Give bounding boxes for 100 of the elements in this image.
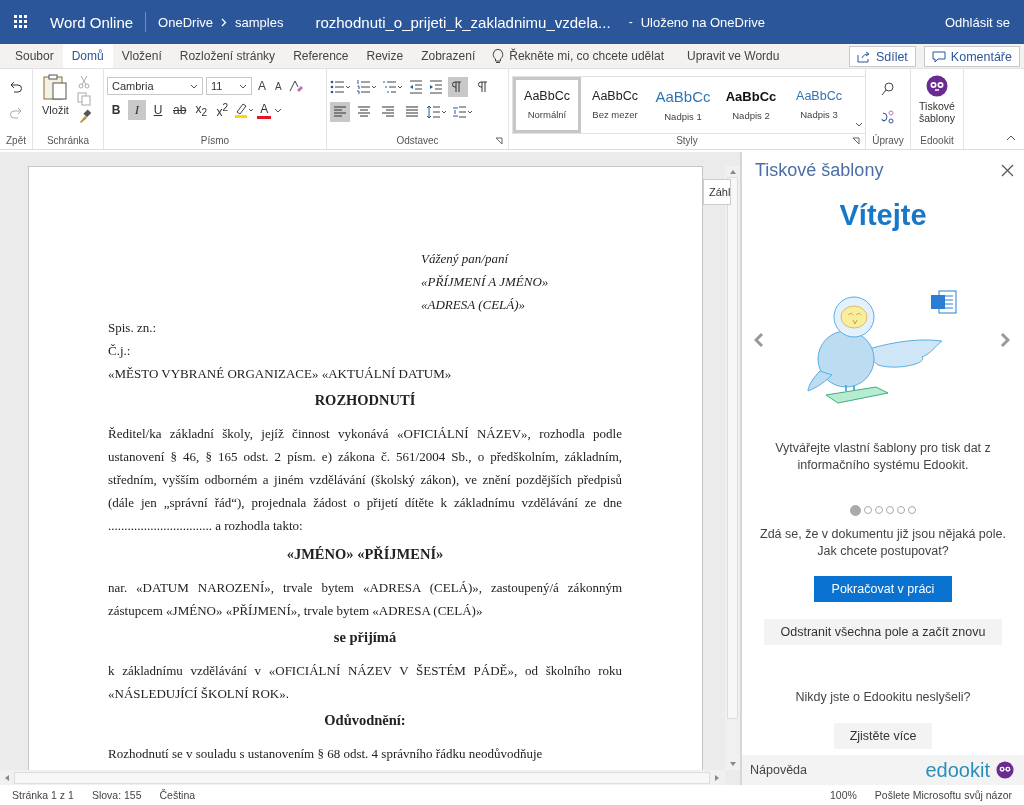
bold-button[interactable]: B [107, 100, 125, 120]
menu-tab[interactable]: Rozložení stránky [170, 44, 285, 68]
chevron-right-icon[interactable] [1000, 332, 1010, 348]
decrease-indent-icon[interactable] [408, 79, 424, 95]
title-separator: - [628, 15, 633, 29]
subscript-button[interactable]: x$_{2}$ [192, 100, 211, 120]
line-spacing-icon[interactable] [426, 104, 448, 120]
highlighter-icon[interactable] [234, 102, 255, 118]
menu-tab[interactable]: Domů [62, 44, 113, 68]
style-option[interactable]: AaBbCc Nadpis 2 [717, 76, 785, 133]
close-icon[interactable] [1001, 164, 1014, 177]
share-icon [856, 50, 871, 63]
style-preview: AaBbCc [725, 88, 777, 104]
menu-tab[interactable]: Soubor [6, 44, 63, 68]
edit-in-word-link[interactable]: Upravit ve Wordu [678, 44, 789, 68]
clipboard-icon [42, 73, 69, 101]
style-name: Bez mezer [592, 109, 638, 120]
horizontal-scrollbar[interactable] [0, 770, 725, 785]
app-name[interactable]: Word Online [50, 13, 134, 31]
font-size-dropdown[interactable]: 11 [206, 77, 252, 95]
zoom-level[interactable]: 100% [830, 789, 857, 801]
menu-tab[interactable]: Revize [357, 44, 413, 68]
strikethrough-button[interactable]: ab [170, 100, 190, 120]
pane-question: Zdá se, že v dokumentu již jsou nějaká pole. Jak chcete postupovat? [759, 526, 1007, 560]
align-justify-icon [404, 104, 420, 120]
underline-button[interactable]: U [149, 100, 167, 120]
menu-tab[interactable]: Zobrazení [412, 44, 485, 68]
style-preview: AaBbCc [592, 89, 638, 103]
style-name: Nadpis 3 [800, 109, 838, 120]
document-text: Vážený pan/paní [420, 250, 510, 268]
style-preview: AaBbCc [524, 89, 570, 103]
dialog-launcher-icon[interactable] [495, 137, 503, 145]
document-text: ROZHODNUTÍ [313, 391, 417, 410]
arrow-up-icon [728, 169, 737, 175]
owl-face-icon [926, 75, 948, 97]
caret-icon [239, 83, 247, 89]
style-option[interactable]: AaBbCc Nadpis 1 [649, 76, 717, 133]
left-to-right-button[interactable] [448, 77, 468, 97]
bullets-icon[interactable] [330, 79, 352, 95]
breadcrumb-link[interactable]: samples [235, 14, 284, 30]
clear-formatting-icon[interactable] [287, 78, 304, 94]
comment-icon [931, 50, 946, 63]
style-option[interactable]: AaBbCc Nadpis 3 [785, 76, 853, 133]
font-color-button[interactable]: A [257, 101, 272, 119]
group-label: Zpět [5, 134, 27, 148]
shrink-font-button[interactable]: A [272, 80, 285, 92]
pane-description: Vytvářejte vlastní šablony pro tisk dat z informačního systému Edookit. [774, 440, 992, 474]
menu-tab[interactable]: Reference [284, 44, 358, 68]
document-text: «ADRESA (CELÁ)» [420, 296, 527, 314]
collapse-ribbon-icon[interactable] [1006, 135, 1016, 141]
carousel-dot[interactable] [850, 505, 861, 516]
superscript-button[interactable]: x$^{2}$ [213, 100, 232, 120]
page-count: Stránka 1 z 1 [12, 789, 74, 801]
sign-out-link[interactable]: Odhlásit se [944, 14, 1010, 30]
breadcrumb-link[interactable]: OneDrive [158, 14, 213, 30]
arrow-right-icon [714, 773, 720, 782]
welcome-heading: Vítejte [839, 199, 927, 232]
header-tab[interactable]: Záhl [703, 179, 731, 205]
undo-icon[interactable] [8, 79, 24, 95]
lightbulb-icon [492, 48, 505, 64]
dialog-launcher-icon[interactable] [852, 137, 860, 145]
paste-button[interactable]: Vložit [40, 73, 71, 116]
grow-font-button[interactable]: A [255, 79, 269, 93]
redo-icon[interactable] [8, 105, 24, 121]
menu-tab[interactable]: Vložení [112, 44, 171, 68]
continue-button[interactable]: Pokračovat v práci [813, 576, 953, 602]
caret-icon[interactable] [274, 107, 283, 113]
feedback-link[interactable]: Pošlete Microsoftu svůj názor [874, 789, 1012, 801]
document-text: Ředitel/ka základní školy, jejíž činnost vykonává «OFICIÁLNÍ NÁZEV», rozhodla podle ustanovení § 46, § 165 odst. 2 písm. e) zákona č. 561/2004 Sb., o předškolním, základním, středním, vyšším odborném a jiném vzdělávání (školský zákon), ve znění pozdějších předpisů (dále jen „správní řád“), projednala žádost o přijetí dítěte k základnímu vzdělávání ze dne ................................ a rozhodla takto: [108, 425, 622, 535]
document-text: se přijímá [332, 628, 398, 647]
style-name: Normální [527, 109, 567, 120]
help-link[interactable]: Nápověda [750, 763, 807, 777]
document-text: Odůvodnění: [323, 711, 407, 730]
learn-more-button[interactable]: Zjistěte více [833, 723, 933, 749]
font-name-dropdown[interactable]: Cambria [107, 77, 203, 95]
caret-icon[interactable] [855, 121, 863, 127]
app-launcher-icon[interactable] [14, 15, 28, 29]
scissors-icon[interactable] [76, 75, 91, 89]
chevron-left-icon[interactable] [754, 332, 764, 348]
print-templates-button[interactable]: Tiskové šablony [913, 73, 961, 124]
italic-button[interactable]: I [128, 100, 146, 120]
style-option[interactable]: AaBbCc Normální [513, 76, 581, 133]
document-icon [930, 289, 958, 315]
owl-face-icon [996, 761, 1014, 779]
replace-icon[interactable] [880, 109, 896, 125]
comments-button[interactable]: Komentáře [923, 46, 1020, 67]
edookit-logo: edookit [925, 758, 990, 782]
reset-button[interactable]: Odstranit všechna pole a začít znovu [763, 619, 1003, 645]
align-button[interactable] [330, 102, 350, 122]
language-status[interactable]: Čeština [159, 789, 196, 801]
document-name[interactable]: rozhodnuti_o_prijeti_k_zakladnimu_vzdela... [315, 13, 611, 31]
share-button[interactable]: Sdílet [848, 46, 916, 67]
style-option[interactable]: AaBbCc Bez mezer [581, 76, 649, 133]
tell-me-search[interactable]: Řekněte mi, co chcete udělat [504, 44, 678, 68]
group-label: Styly [676, 134, 698, 148]
group-label: Úpravy [871, 134, 905, 148]
multilevel-list-icon[interactable] [382, 79, 404, 95]
increase-indent-icon[interactable] [428, 79, 444, 95]
align-right-icon [380, 104, 396, 120]
search-icon[interactable] [880, 81, 896, 97]
